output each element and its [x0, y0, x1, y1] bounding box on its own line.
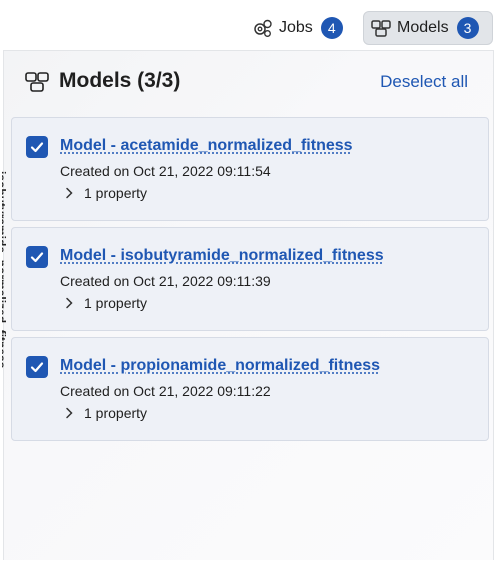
chevron-right-icon — [66, 297, 73, 309]
check-icon — [30, 142, 44, 153]
jobs-gears-icon — [254, 19, 272, 37]
model-card[interactable]: Model - acetamide_normalized_fitness Cre… — [11, 117, 489, 221]
check-icon — [30, 362, 44, 373]
model-name-link[interactable]: Model - isobutyramide_normalized_fitness — [60, 247, 384, 265]
property-toggle[interactable]: 1 property — [60, 185, 147, 201]
model-card[interactable]: Model - propionamide_normalized_fitness … — [11, 337, 489, 441]
tab-jobs-label: Jobs — [279, 19, 313, 36]
models-icon — [25, 72, 49, 92]
check-icon — [30, 252, 44, 263]
panel-title: Models (3/3) — [59, 69, 181, 92]
jobs-count-badge: 4 — [320, 17, 343, 39]
models-icon — [371, 20, 391, 37]
property-toggle[interactable]: 1 property — [60, 405, 147, 421]
model-checkbox[interactable] — [26, 136, 48, 158]
property-count: 1 property — [84, 185, 148, 201]
model-created-date: Created on Oct 21, 2022 09:11:22 — [60, 383, 271, 399]
side-clipped-text: isobutyramide_normalized_fitness — [2, 171, 8, 369]
tab-models-label: Models — [397, 19, 449, 36]
model-checkbox[interactable] — [26, 356, 48, 378]
model-card[interactable]: Model - isobutyramide_normalized_fitness… — [11, 227, 489, 331]
models-count-badge: 3 — [456, 17, 479, 39]
top-toolbar: Jobs 4 Models 3 — [0, 0, 496, 50]
model-created-date: Created on Oct 21, 2022 09:11:54 — [60, 163, 271, 179]
panel-header: Models (3/3) Deselect all — [4, 51, 493, 109]
models-panel: Models (3/3) Deselect all isobutyramide_… — [2, 50, 494, 560]
model-name-link[interactable]: Model - acetamide_normalized_fitness — [60, 137, 353, 155]
property-count: 1 property — [84, 295, 148, 311]
model-created-date: Created on Oct 21, 2022 09:11:39 — [60, 273, 271, 289]
property-toggle[interactable]: 1 property — [60, 295, 147, 311]
tab-jobs[interactable]: Jobs 4 — [246, 11, 349, 45]
model-name-link[interactable]: Model - propionamide_normalized_fitness — [60, 357, 380, 375]
tab-models[interactable]: Models 3 — [363, 11, 493, 45]
chevron-right-icon — [66, 187, 73, 199]
chevron-right-icon — [66, 407, 73, 419]
model-checkbox[interactable] — [26, 246, 48, 268]
deselect-all-link[interactable]: Deselect all — [380, 72, 468, 92]
property-count: 1 property — [84, 405, 148, 421]
